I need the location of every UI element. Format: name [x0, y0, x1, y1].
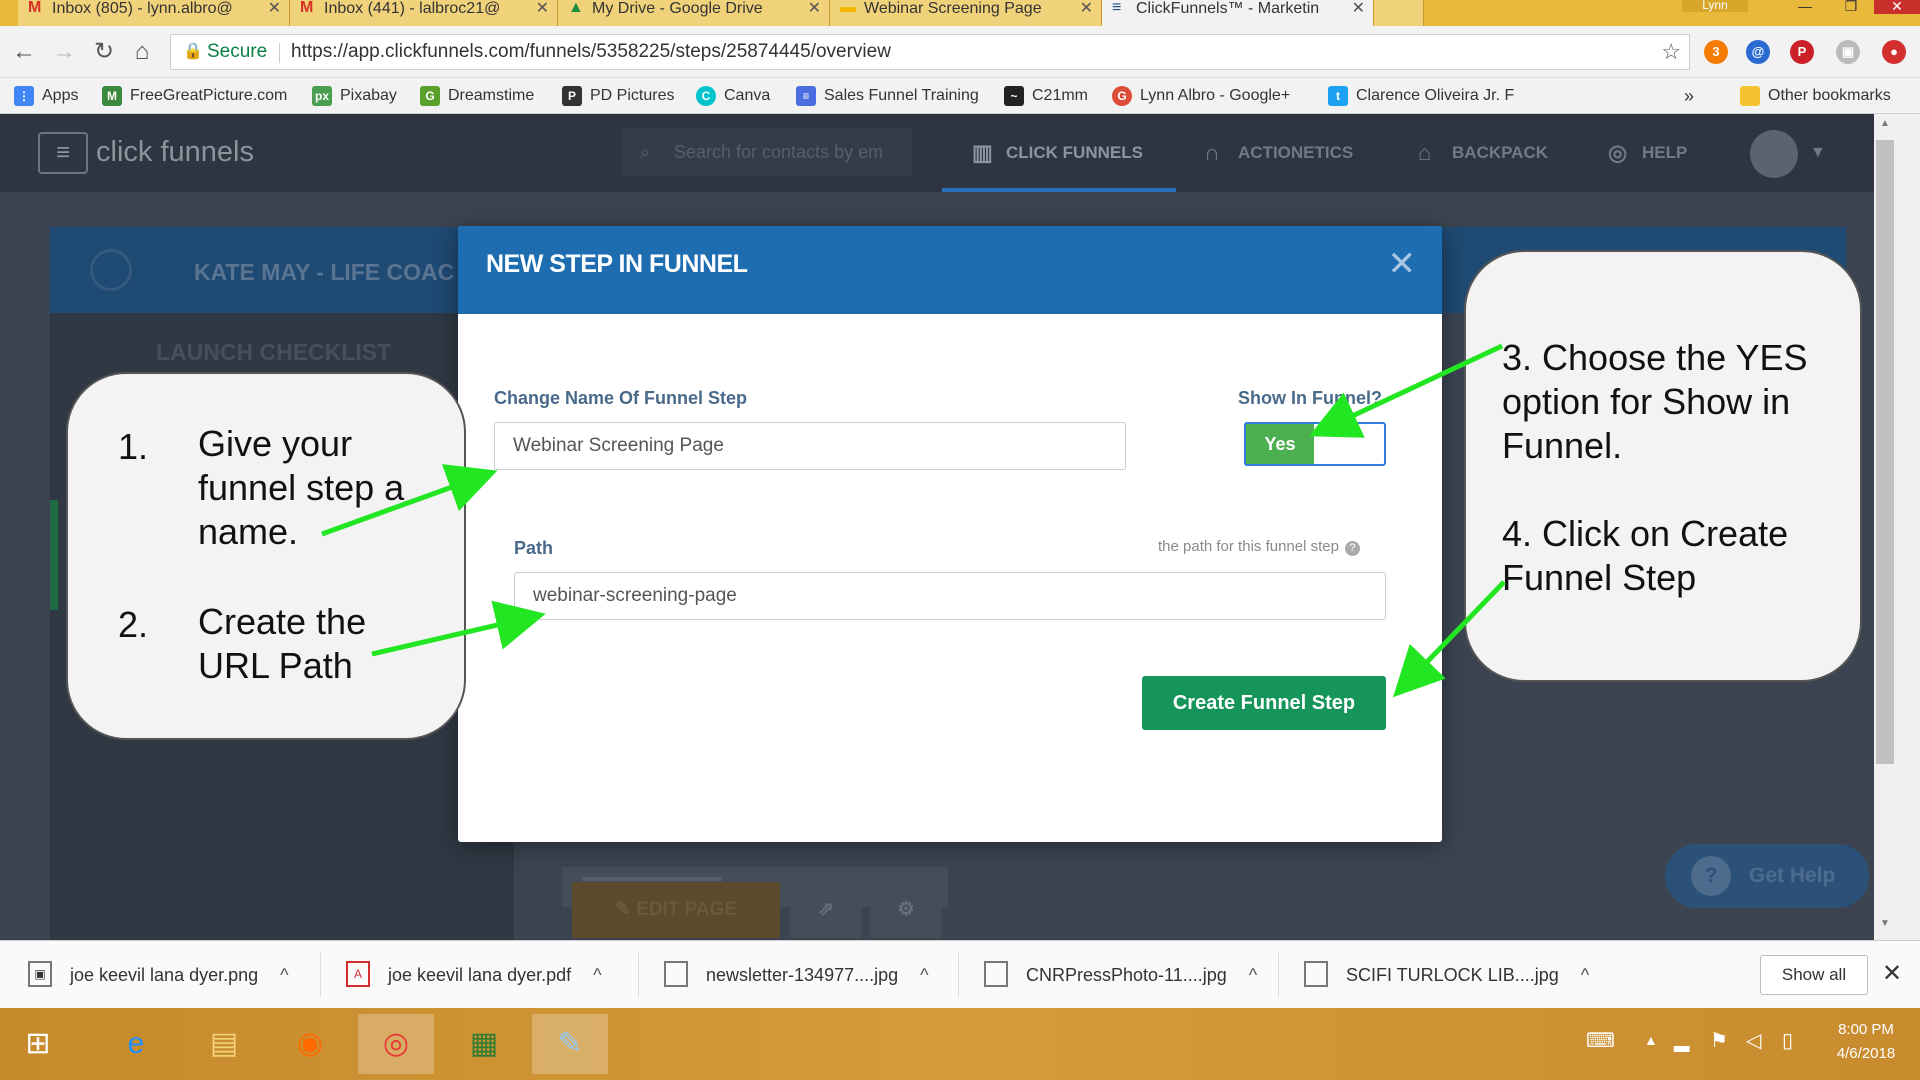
system-clock[interactable]: 8:00 PM 4/6/2018	[1820, 1018, 1912, 1066]
divider	[320, 953, 321, 997]
windows-taskbar: ⊞ e ▤ ◉ ◎ ▦ ✎ ⌨ ▲ ▂ ⚑ ◁ ▯ 8:00 PM 4/6/20…	[0, 1008, 1920, 1080]
clock-time: 8:00 PM	[1838, 1021, 1894, 1038]
clock-date: 4/6/2018	[1836, 1045, 1896, 1062]
download-label: CNRPressPhoto-11....jpg	[1026, 965, 1227, 985]
show-hidden-icons-icon[interactable]: ▲	[1644, 1032, 1658, 1048]
download-item[interactable]: ▣ joe keevil lana dyer.png ^	[28, 941, 289, 1009]
action-center-flag-icon[interactable]: ⚑	[1710, 1028, 1728, 1053]
store-icon[interactable]: ▦	[446, 1014, 522, 1074]
arrow-to-path-input	[371, 600, 546, 657]
divider	[958, 953, 959, 997]
arrow-to-name-input	[321, 464, 498, 537]
chevron-up-icon[interactable]: ^	[280, 941, 288, 1009]
annotation-arrows	[321, 343, 1506, 698]
firefox-icon[interactable]: ◉	[272, 1014, 348, 1074]
download-item[interactable]: CNRPressPhoto-11....jpg ^	[984, 941, 1257, 1009]
download-label: joe keevil lana dyer.pdf	[388, 965, 572, 985]
divider	[1278, 953, 1279, 997]
chevron-up-icon[interactable]: ^	[1581, 941, 1589, 1009]
close-icon[interactable]: ✕	[1882, 959, 1902, 988]
volume-icon[interactable]: ◁	[1746, 1028, 1761, 1053]
file-icon	[984, 961, 1008, 987]
download-label: joe keevil lana dyer.png	[70, 965, 259, 985]
arrow-to-create-button	[1393, 580, 1506, 698]
downloads-shelf: ▣ joe keevil lana dyer.png ^ A joe keevil…	[0, 940, 1920, 1008]
chevron-up-icon[interactable]: ^	[920, 941, 928, 1009]
chevron-up-icon[interactable]: ^	[593, 941, 601, 1009]
paint-icon[interactable]: ✎	[532, 1014, 608, 1074]
download-item[interactable]: SCIFI TURLOCK LIB....jpg ^	[1304, 941, 1589, 1009]
file-explorer-icon[interactable]: ▤	[186, 1014, 262, 1074]
chevron-up-icon[interactable]: ^	[1249, 941, 1257, 1009]
file-icon	[1304, 961, 1328, 987]
chrome-icon[interactable]: ◎	[358, 1014, 434, 1074]
keyboard-icon[interactable]: ⌨	[1586, 1028, 1615, 1053]
download-label: SCIFI TURLOCK LIB....jpg	[1346, 965, 1559, 985]
image-file-icon: ▣	[28, 961, 52, 987]
arrow-to-toggle	[1308, 343, 1504, 438]
download-item[interactable]: A joe keevil lana dyer.pdf ^	[346, 941, 602, 1009]
download-item[interactable]: newsletter-134977....jpg ^	[664, 941, 929, 1009]
divider	[638, 953, 639, 997]
windows-start-icon[interactable]: ⊞	[0, 1014, 76, 1074]
show-all-downloads-button[interactable]: Show all	[1760, 955, 1868, 995]
file-icon	[664, 961, 688, 987]
download-label: newsletter-134977....jpg	[706, 965, 899, 985]
internet-explorer-icon[interactable]: e	[98, 1014, 174, 1074]
pdf-file-icon: A	[346, 961, 370, 987]
network-icon[interactable]: ▂	[1674, 1028, 1689, 1053]
battery-icon[interactable]: ▯	[1782, 1028, 1793, 1053]
